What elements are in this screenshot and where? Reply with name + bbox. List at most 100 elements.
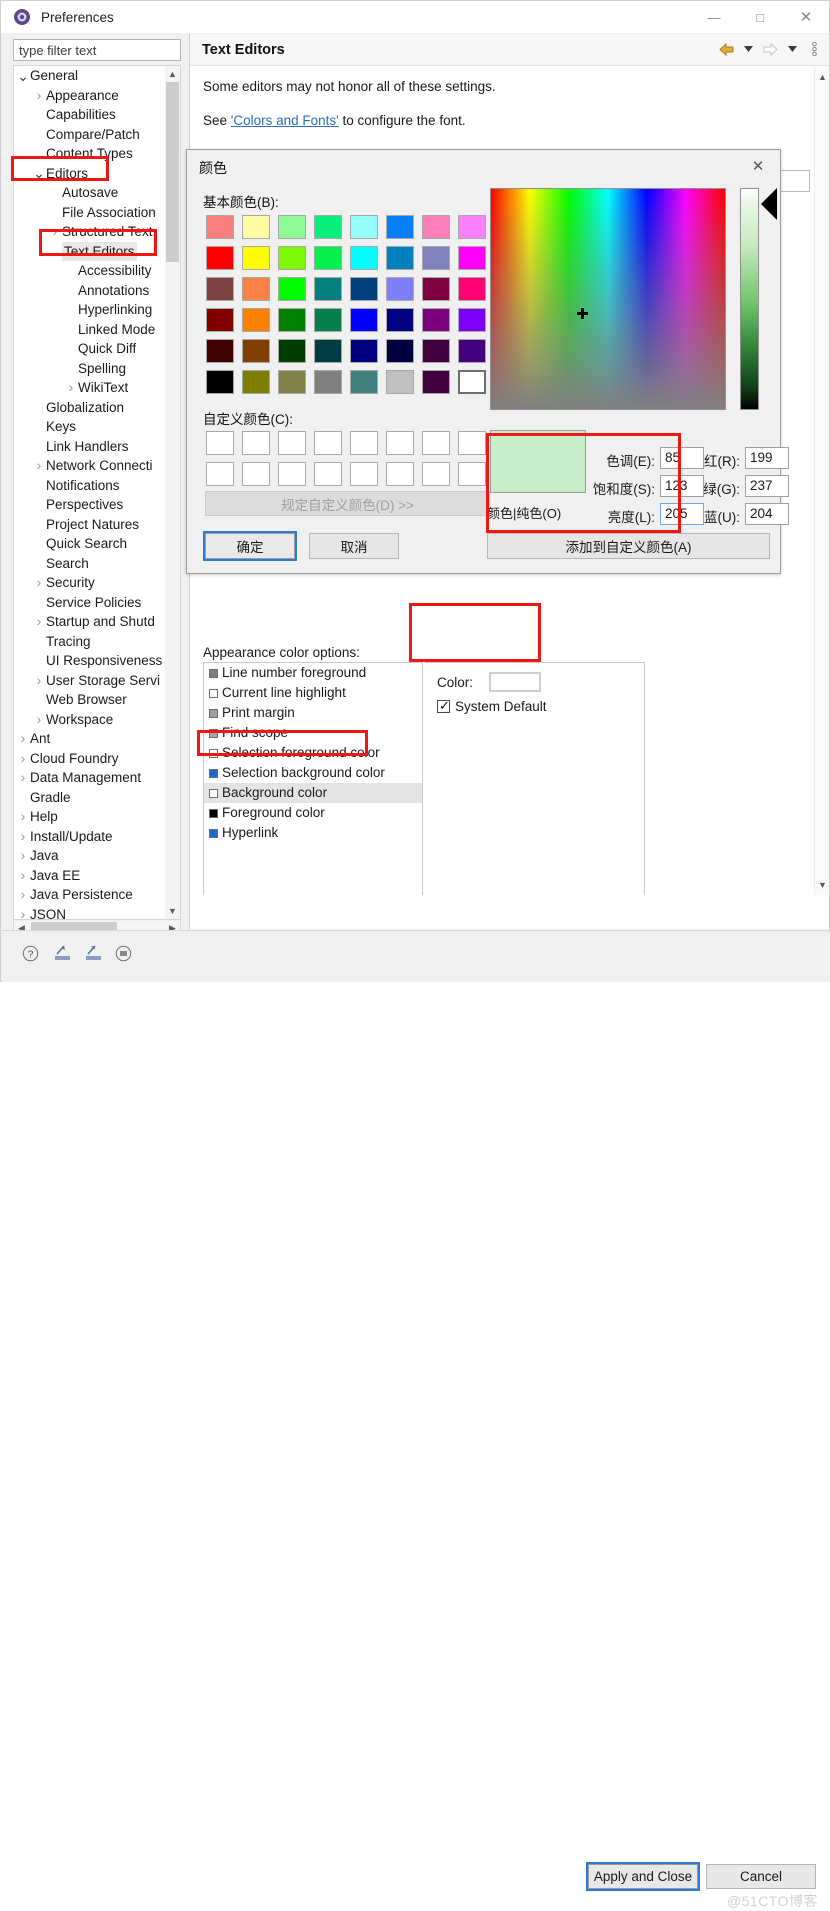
custom-color-swatch[interactable]	[422, 430, 450, 455]
back-arrow-icon[interactable]	[718, 40, 735, 58]
color-field-input[interactable]: 199	[745, 447, 789, 469]
close-button[interactable]: ✕	[783, 1, 829, 33]
basic-color-cell[interactable]	[454, 304, 490, 335]
color-dialog-close-icon[interactable]: ✕	[746, 156, 770, 176]
appearance-option-row[interactable]: Line number foreground	[204, 663, 422, 683]
sidebar-item-java[interactable]: › Java	[14, 846, 167, 866]
basic-color-swatch[interactable]	[350, 369, 378, 394]
chevron-right-icon[interactable]: ›	[16, 827, 30, 847]
custom-color-cell[interactable]	[454, 458, 490, 489]
basic-color-cell[interactable]	[418, 304, 454, 335]
sidebar-item-structured-text[interactable]: › Structured Text	[14, 222, 167, 242]
basic-color-cell[interactable]	[202, 211, 238, 242]
basic-color-cell[interactable]	[418, 273, 454, 304]
basic-color-swatch[interactable]	[242, 369, 270, 394]
chevron-right-icon[interactable]: ›	[16, 885, 30, 905]
forward-arrow-icon[interactable]	[762, 40, 779, 58]
basic-color-swatch[interactable]	[350, 307, 378, 332]
help-icon[interactable]: ?	[22, 945, 39, 962]
basic-color-swatch[interactable]	[422, 276, 450, 301]
sidebar-item-data-management[interactable]: › Data Management	[14, 768, 167, 788]
chevron-right-icon[interactable]: ›	[32, 612, 46, 632]
scroll-up-icon[interactable]: ▲	[165, 66, 180, 82]
basic-color-swatch[interactable]	[422, 307, 450, 332]
custom-color-cell[interactable]	[274, 427, 310, 458]
basic-color-cell[interactable]	[346, 273, 382, 304]
basic-color-swatch[interactable]	[458, 338, 486, 363]
basic-color-cell[interactable]	[274, 366, 310, 397]
custom-color-cell[interactable]	[310, 427, 346, 458]
sidebar-item-user-storage-servi[interactable]: › User Storage Servi	[14, 671, 167, 691]
basic-color-swatch[interactable]	[278, 369, 306, 394]
chevron-right-icon[interactable]: ›	[16, 807, 30, 827]
custom-color-swatch[interactable]	[350, 430, 378, 455]
basic-color-swatch[interactable]	[314, 307, 342, 332]
basic-color-swatch[interactable]	[314, 276, 342, 301]
basic-color-cell[interactable]	[202, 273, 238, 304]
color-dialog-cancel-button[interactable]: 取消	[309, 533, 399, 559]
basic-color-cell[interactable]	[418, 335, 454, 366]
maximize-button[interactable]: □	[737, 1, 783, 33]
custom-color-cell[interactable]	[346, 458, 382, 489]
sidebar-item-quick-diff[interactable]: Quick Diff	[14, 339, 167, 359]
basic-color-swatch[interactable]	[422, 369, 450, 394]
basic-color-cell[interactable]	[310, 211, 346, 242]
basic-color-swatch[interactable]	[242, 245, 270, 270]
basic-color-cell[interactable]	[238, 273, 274, 304]
sidebar-item-quick-search[interactable]: Quick Search	[14, 534, 167, 554]
sidebar-item-file-association[interactable]: File Association	[14, 203, 167, 223]
basic-color-cell[interactable]	[382, 366, 418, 397]
basic-color-swatch[interactable]	[314, 214, 342, 239]
basic-color-cell[interactable]	[382, 242, 418, 273]
chevron-right-icon[interactable]: ›	[32, 86, 46, 106]
custom-color-cell[interactable]	[202, 427, 238, 458]
basic-color-cell[interactable]	[454, 366, 490, 397]
sidebar-item-service-policies[interactable]: Service Policies	[14, 593, 167, 613]
basic-color-swatch[interactable]	[350, 338, 378, 363]
custom-color-cell[interactable]	[202, 458, 238, 489]
tree-scroll-thumb[interactable]	[166, 82, 179, 262]
basic-color-cell[interactable]	[274, 304, 310, 335]
page-vertical-scrollbar[interactable]: ▲ ▼	[814, 67, 829, 895]
basic-color-swatch[interactable]	[206, 338, 234, 363]
custom-color-swatch[interactable]	[242, 430, 270, 455]
chevron-right-icon[interactable]: ›	[16, 905, 30, 920]
sidebar-item-accessibility[interactable]: Accessibility	[14, 261, 167, 281]
basic-color-swatch[interactable]	[422, 338, 450, 363]
sidebar-item-editors[interactable]: ⌄ Editors	[14, 164, 167, 184]
custom-color-cell[interactable]	[418, 458, 454, 489]
sidebar-item-link-handlers[interactable]: Link Handlers	[14, 437, 167, 457]
appearance-option-row[interactable]: Print margin	[204, 703, 422, 723]
custom-color-swatch[interactable]	[314, 461, 342, 486]
sidebar-item-annotations[interactable]: Annotations	[14, 281, 167, 301]
basic-color-cell[interactable]	[418, 242, 454, 273]
appearance-option-row[interactable]: Selection background color	[204, 763, 422, 783]
sidebar-item-spelling[interactable]: Spelling	[14, 359, 167, 379]
basic-color-swatch[interactable]	[242, 307, 270, 332]
basic-color-cell[interactable]	[310, 335, 346, 366]
basic-color-cell[interactable]	[418, 211, 454, 242]
minimize-button[interactable]: —	[691, 1, 737, 33]
appearance-option-row[interactable]: Foreground color	[204, 803, 422, 823]
color-swatch-button[interactable]	[489, 672, 541, 692]
filter-text-input[interactable]: type filter text	[13, 39, 181, 61]
chevron-right-icon[interactable]: ›	[32, 671, 46, 691]
basic-color-swatch[interactable]	[386, 338, 414, 363]
chevron-right-icon[interactable]: ›	[32, 456, 46, 476]
basic-color-swatch[interactable]	[386, 369, 414, 394]
custom-color-cell[interactable]	[310, 458, 346, 489]
basic-color-swatch[interactable]	[314, 338, 342, 363]
basic-color-cell[interactable]	[310, 273, 346, 304]
color-field-input[interactable]: 204	[745, 503, 789, 525]
custom-color-swatch[interactable]	[458, 461, 486, 486]
basic-color-cell[interactable]	[274, 273, 310, 304]
custom-color-swatch[interactable]	[386, 461, 414, 486]
basic-color-cell[interactable]	[310, 304, 346, 335]
ok-button[interactable]: 确定	[203, 531, 297, 561]
chevron-right-icon[interactable]: ›	[64, 378, 78, 398]
basic-color-swatch[interactable]	[314, 369, 342, 394]
basic-color-swatch[interactable]	[206, 307, 234, 332]
cancel-button[interactable]: Cancel	[706, 1864, 816, 1889]
sidebar-item-project-natures[interactable]: Project Natures	[14, 515, 167, 535]
basic-color-swatch[interactable]	[206, 369, 234, 394]
